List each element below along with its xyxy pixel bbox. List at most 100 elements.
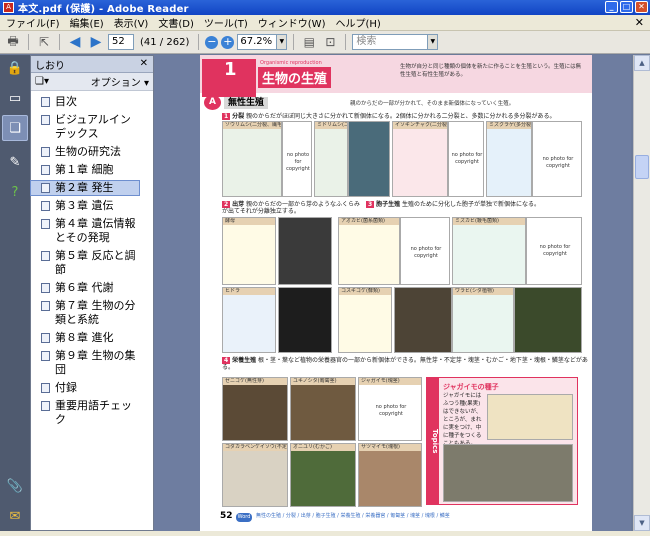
bookmark-item[interactable]: 第５章 反応と調節: [31, 249, 153, 277]
menu-tools[interactable]: ツール(T): [200, 15, 254, 30]
section-letter: A: [204, 95, 221, 110]
figure-tile: [443, 444, 573, 502]
scroll-down-icon[interactable]: ▼: [634, 515, 650, 531]
close-button[interactable]: ✕: [635, 1, 648, 13]
search-field[interactable]: 検索 ▼: [352, 34, 439, 50]
navigation-pane-bar: 🔒 ▭ ❏ ✎ ? 📎 ✉: [0, 55, 30, 536]
figure-tile: ミズカビ(鞭毛菌類): [452, 217, 526, 285]
title-bar: A 本文.pdf (保護) - Adobe Reader _ □ ✕: [0, 0, 650, 15]
scroll-up-icon[interactable]: ▲: [634, 55, 650, 71]
menu-view[interactable]: 表示(V): [110, 15, 155, 30]
print-icon[interactable]: 🖶: [4, 34, 22, 51]
bookmarks-icon[interactable]: ❏: [2, 115, 28, 141]
bookmark-doc-icon: [41, 401, 50, 411]
toolbar-separator: [59, 34, 60, 50]
section-title: 無性生殖: [224, 97, 269, 109]
topics-title: ジャガイモの種子: [443, 383, 499, 391]
subsection-title: 胞子生殖: [376, 201, 401, 208]
word-badge: Word: [236, 513, 252, 522]
page-number: 52: [220, 511, 233, 521]
zoom-out-icon[interactable]: −: [205, 35, 219, 49]
bookmarks-panel: しおり ✕ ❑▾ オプション ▾ 目次 ビジュアルインデックス 生物の研究法 第…: [30, 55, 154, 531]
bookmarks-header: しおり ✕: [31, 56, 153, 73]
figure-tile: no photo for copyright: [526, 217, 582, 285]
menu-help[interactable]: ヘルプ(H): [331, 15, 386, 30]
figure-tile: ミズクラゲ(多分裂、刺胞動物): [486, 121, 532, 197]
bookmark-item[interactable]: 第６章 代謝: [31, 281, 153, 295]
figure-tile: ゾウリムシ(二分裂、繊毛虫): [222, 121, 282, 197]
bookmark-doc-icon: [41, 383, 50, 393]
bookmark-doc-icon: [41, 283, 50, 293]
bookmark-new-icon[interactable]: ❑▾: [35, 76, 49, 87]
menu-document[interactable]: 文書(D): [154, 15, 200, 30]
menu-edit[interactable]: 編集(E): [66, 15, 110, 30]
bookmark-item[interactable]: 生物の研究法: [31, 145, 153, 159]
page-number-input[interactable]: 52: [108, 34, 134, 50]
attachments-icon[interactable]: 📎: [6, 477, 24, 495]
previous-page-icon[interactable]: ◀: [66, 34, 84, 51]
figure-tile: [278, 287, 332, 353]
figure-tile: ゼニゴケ(無性芽): [222, 377, 288, 441]
subsection-title: 分裂: [232, 113, 245, 120]
toolbar-separator: [198, 34, 200, 50]
document-view: 1 Organismic reproduction 生物の生殖 生物が自分と同じ…: [198, 55, 631, 531]
bookmark-item[interactable]: 目次: [31, 95, 153, 109]
menu-file[interactable]: ファイル(F): [2, 15, 66, 30]
toolbar-separator: [28, 34, 29, 50]
bookmark-item[interactable]: 第１章 細胞: [31, 163, 153, 177]
figure-tile: ミドリムシ(二分裂、鞭毛虫): [314, 121, 348, 197]
subsection-1: 1 分裂 親のからだがほぼ同じ大きさに分かれて新個体になる。2個体に分かれる二分…: [222, 113, 588, 120]
vertical-scrollbar[interactable]: ▲ ▼: [633, 55, 650, 531]
next-page-icon[interactable]: ▶: [87, 34, 105, 51]
figure-tile: アオカビ(菌糸菌類): [338, 217, 400, 285]
bookmark-item[interactable]: 第４章 遺伝情報とその発現: [31, 217, 153, 245]
menu-bar: ファイル(F) 編集(E) 表示(V) 文書(D) ツール(T) ウィンドウ(W…: [0, 15, 650, 31]
subsection-number: 4: [222, 357, 231, 364]
bookmark-item[interactable]: 第３章 遺伝: [31, 199, 153, 213]
chevron-down-icon[interactable]: ▼: [277, 34, 288, 50]
figure-tile: no photo for copyright: [400, 217, 450, 285]
search-input[interactable]: 検索: [352, 34, 429, 50]
fit-page-icon[interactable]: ⊡: [321, 34, 339, 51]
subsection-2: 2 出芽 親のからだの一部から芽のようなふくらみが出てそれが分離独立する。: [222, 201, 362, 215]
bookmark-item[interactable]: ビジュアルインデックス: [31, 113, 153, 141]
zoom-in-icon[interactable]: +: [221, 35, 235, 49]
help-icon[interactable]: ?: [6, 183, 24, 201]
figure-tile: [348, 121, 390, 197]
window-title: 本文.pdf (保護) - Adobe Reader: [18, 4, 189, 15]
figure-tile: ジャガイモ(塊茎) no photo for copyright: [358, 377, 422, 441]
bookmark-item[interactable]: 第７章 生物の分類と系統: [31, 299, 153, 327]
menu-window[interactable]: ウィンドウ(W): [254, 15, 332, 30]
bookmark-doc-icon: [41, 115, 50, 125]
bookmark-doc-icon: [41, 333, 50, 343]
bookmark-doc-icon: [41, 351, 50, 361]
pages-icon[interactable]: ▭: [6, 89, 24, 107]
signatures-icon[interactable]: ✎: [6, 153, 24, 171]
bookmark-doc-icon: [41, 301, 50, 311]
minimize-button[interactable]: _: [605, 1, 618, 13]
figure-tile: コダカラベンケイソウ(不定芽): [222, 443, 288, 507]
select-tool-icon[interactable]: ⇱: [35, 34, 53, 51]
lock-icon[interactable]: 🔒: [6, 59, 24, 77]
pane-splitter[interactable]: [154, 55, 198, 531]
zoom-value[interactable]: 67.2%: [237, 34, 278, 50]
figure-tile: イソギンチャク(二分裂、刺胞動物): [392, 121, 448, 197]
close-icon[interactable]: ✕: [140, 58, 148, 69]
bookmark-item[interactable]: 付録: [31, 381, 153, 395]
zoom-select[interactable]: 67.2% ▼: [237, 34, 288, 50]
subsection-title: 栄養生殖: [232, 357, 257, 364]
bookmark-item[interactable]: 重要用語チェック: [31, 399, 153, 427]
options-menu[interactable]: オプション ▾: [91, 74, 149, 89]
bookmark-item[interactable]: 第９章 生物の集団: [31, 349, 153, 377]
chevron-down-icon[interactable]: ▼: [428, 34, 439, 50]
bookmark-item-selected[interactable]: 第２章 発生: [30, 180, 140, 196]
scroll-thumb[interactable]: [635, 155, 649, 179]
bookmark-doc-icon: [41, 201, 50, 211]
maximize-button[interactable]: □: [620, 1, 633, 13]
document-close-icon[interactable]: ✕: [635, 16, 644, 29]
comments-icon[interactable]: ✉: [6, 507, 24, 525]
bookmark-item[interactable]: 第８章 進化: [31, 331, 153, 345]
fit-width-icon[interactable]: ▤: [300, 34, 318, 51]
subsection-text: 生殖のために分化した胞子が単独で新個体になる。: [402, 201, 541, 208]
section-note: 親のからだの一部が分かれて、そのまま新個体になっていく生殖。: [350, 101, 515, 107]
